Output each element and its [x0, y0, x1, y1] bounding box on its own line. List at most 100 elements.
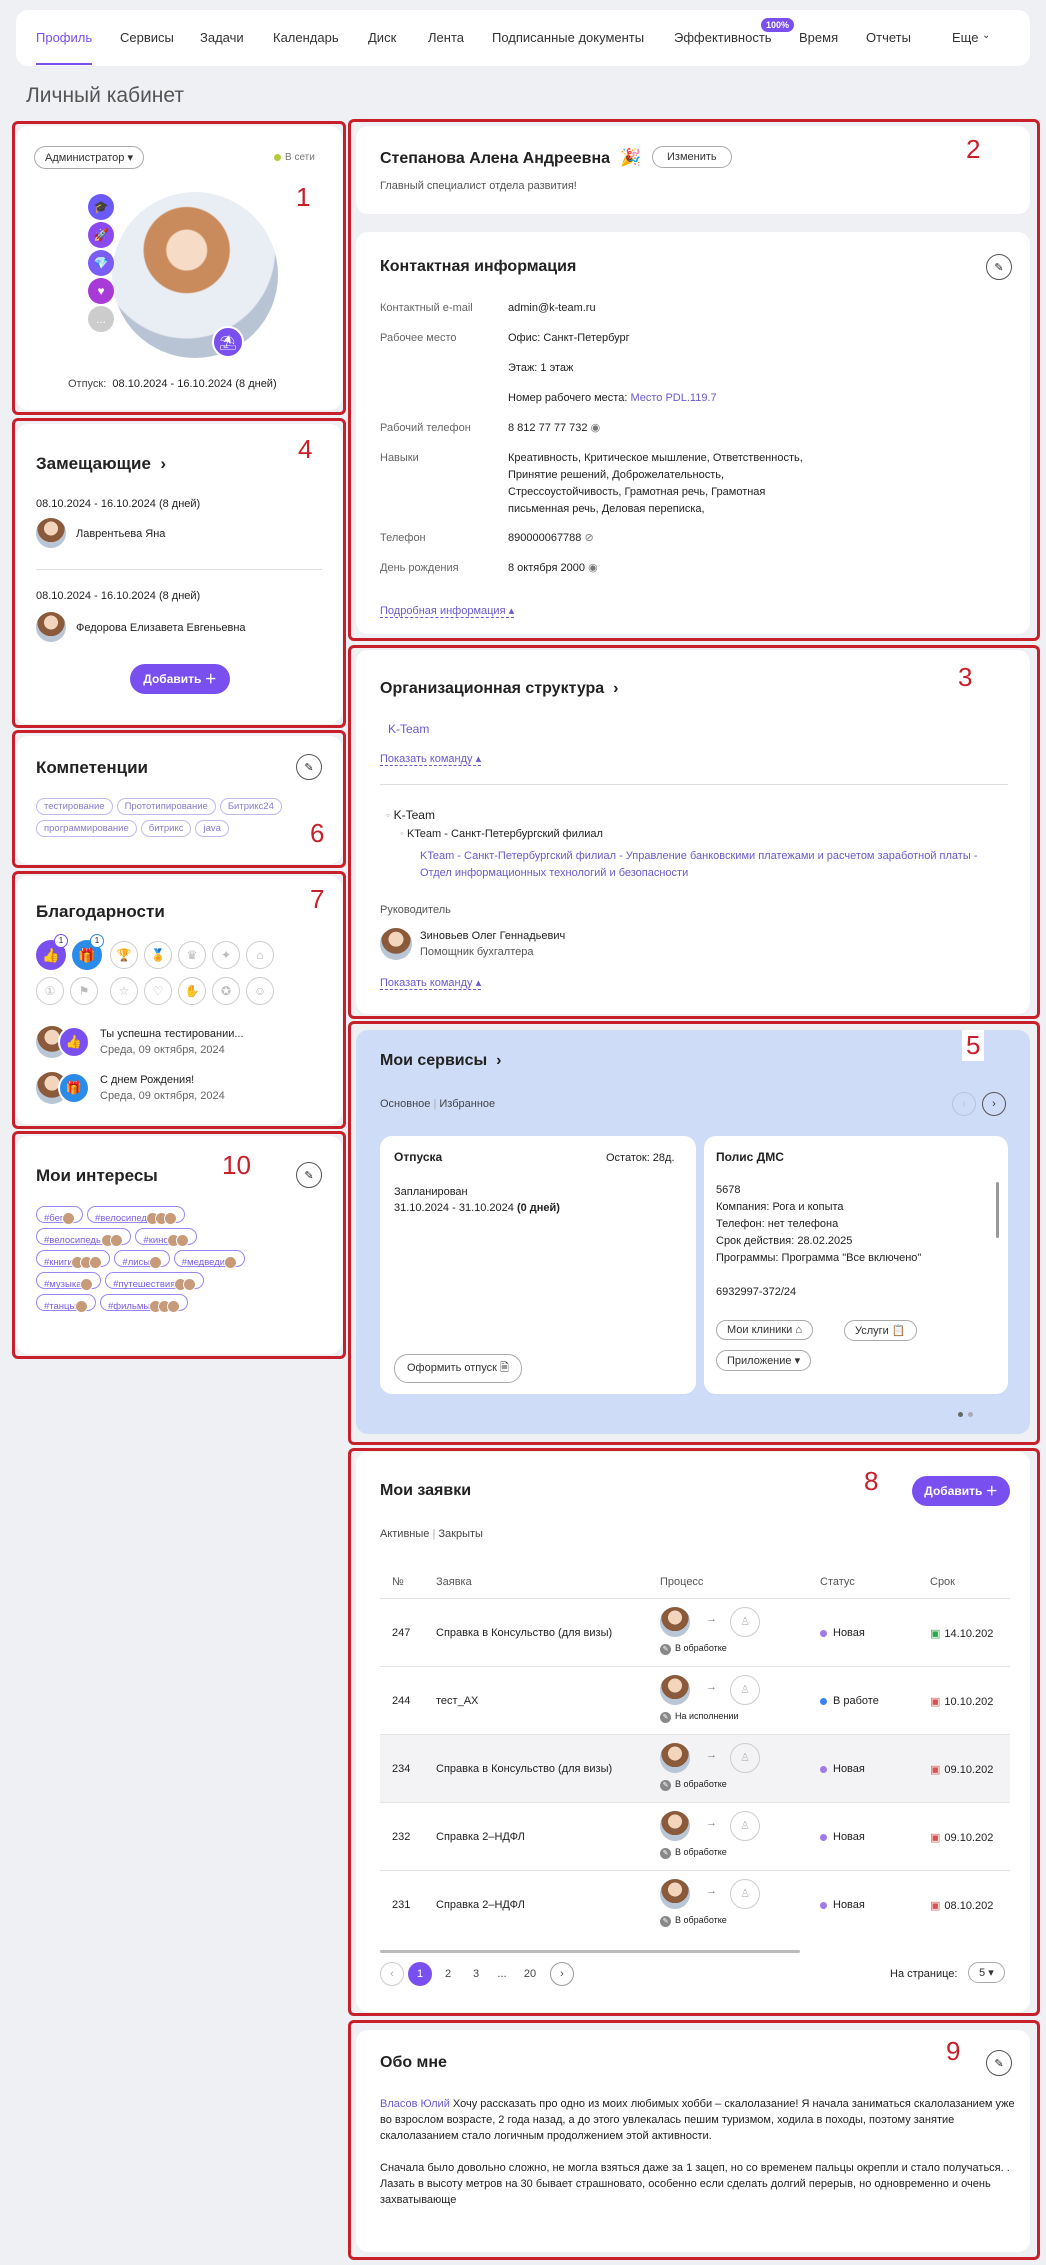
award-icon[interactable]: ✪	[212, 977, 240, 1005]
app-dropdown[interactable]: Приложение ▾	[716, 1350, 812, 1371]
table-row[interactable]: 234 Справка в Консульство (для визы) → ♙ ✎ В …	[380, 1734, 1010, 1802]
heart-outline-icon[interactable]: ♡	[144, 977, 172, 1005]
services-title[interactable]: Мои сервисы ›	[380, 1052, 501, 1070]
nav-efficiency[interactable]: Эффективность	[674, 30, 772, 45]
page-prev-icon[interactable]: ‹	[380, 1962, 404, 1986]
competency-tag[interactable]: тестирование	[36, 798, 113, 815]
request-name[interactable]: Справка 2–НДФЛ	[436, 1831, 525, 1843]
nav-calendar[interactable]: Календарь	[273, 30, 339, 45]
competency-tag[interactable]: java	[195, 820, 229, 837]
heart-icon[interactable]: ♥	[88, 278, 114, 304]
carousel-prev-icon[interactable]: ‹	[952, 1092, 976, 1116]
star-icon[interactable]: ☆	[110, 977, 138, 1005]
coin-icon[interactable]: ①	[36, 977, 64, 1005]
interest-tag[interactable]: #фильмы	[99, 1294, 188, 1313]
party-icon[interactable]: ✦	[212, 941, 240, 969]
request-name[interactable]: тест_АХ	[436, 1695, 478, 1707]
carousel-dot[interactable]	[958, 1412, 963, 1417]
head-name[interactable]: Зиновьев Олег Геннадьевич	[420, 930, 565, 942]
table-row[interactable]: 247 Справка в Консульство (для визы) → ♙ ✎ В …	[380, 1598, 1010, 1666]
page-2[interactable]: 2	[436, 1962, 460, 1986]
nav-profile[interactable]: Профиль	[36, 30, 93, 65]
tree-department[interactable]: KTeam - Санкт-Петербургский филиал - Упр…	[420, 848, 1010, 882]
nav-time[interactable]: Время	[799, 30, 838, 45]
thanks-text[interactable]: С днем Рождения!	[100, 1074, 194, 1086]
add-deputy-button[interactable]: Добавить ＋	[130, 664, 230, 694]
eye-icon[interactable]: ◉	[591, 422, 601, 434]
competency-tag[interactable]: Битрикс24	[219, 798, 282, 815]
chevron-down-icon[interactable]: ⌄	[982, 30, 990, 41]
carousel-next-icon[interactable]: ›	[982, 1092, 1006, 1116]
graduation-cap-icon[interactable]: 🎓	[88, 194, 114, 220]
nav-more[interactable]: Еще	[952, 30, 978, 45]
nav-tasks[interactable]: Задачи	[200, 30, 244, 45]
pencil-icon[interactable]: ✎	[296, 1162, 322, 1188]
trophy-icon[interactable]: 🏆	[110, 941, 138, 969]
page-20[interactable]: 20	[518, 1962, 542, 1986]
workplace-link[interactable]: Место PDL.119.7	[630, 392, 716, 404]
nav-disk[interactable]: Диск	[368, 30, 396, 45]
deputies-title[interactable]: Замещающие ›	[36, 454, 166, 474]
show-team-link[interactable]: Показать команду ▴	[380, 752, 482, 766]
cake-icon[interactable]: ⌂	[246, 941, 274, 969]
author-link[interactable]: Власов Юлий	[380, 2098, 450, 2110]
services-button[interactable]: Услуги 📋	[844, 1320, 917, 1341]
hand-icon[interactable]: ✋	[178, 977, 206, 1005]
pencil-icon[interactable]: ✎	[986, 2050, 1012, 2076]
team-link[interactable]: K-Team	[388, 722, 429, 736]
nav-signed-docs[interactable]: Подписанные документы	[492, 30, 644, 45]
deputy-name[interactable]: Федорова Елизавета Евгеньевна	[76, 622, 246, 634]
competency-tag[interactable]: Прототипирование	[116, 798, 216, 815]
table-row[interactable]: 244 тест_АХ → ♙ ✎ На исполнении В работе ▣ 10.10…	[380, 1666, 1010, 1734]
eye-off-icon[interactable]: ⊘	[584, 532, 593, 544]
interest-tag[interactable]: #бег	[36, 1206, 84, 1225]
interest-tag[interactable]: #танцы	[36, 1294, 96, 1313]
horizontal-scrollbar[interactable]	[380, 1950, 800, 1953]
interest-tag[interactable]: #книги	[36, 1250, 111, 1269]
more-badges-icon[interactable]: ...	[88, 306, 114, 332]
tab-active[interactable]: Активные	[380, 1528, 429, 1540]
page-next-icon[interactable]: ›	[550, 1962, 574, 1986]
pencil-icon[interactable]: ✎	[296, 754, 322, 780]
role-select[interactable]: Администратор ▾	[34, 146, 144, 169]
rocket-icon[interactable]: 🚀	[88, 222, 114, 248]
interest-tag[interactable]: #музыка	[36, 1272, 102, 1291]
edit-profile-button[interactable]: Изменить	[652, 146, 732, 168]
interest-tag[interactable]: #путешествия	[105, 1272, 205, 1291]
page-1[interactable]: 1	[408, 1962, 432, 1986]
interest-tag[interactable]: #кино	[135, 1228, 198, 1247]
table-row[interactable]: 231 Справка 2–НДФЛ → ♙ ✎ В обработке Новая ▣ 08.…	[380, 1870, 1010, 1938]
diamond-icon[interactable]: 💎	[88, 250, 114, 276]
page-3[interactable]: 3	[464, 1962, 488, 1986]
competency-tag[interactable]: битрикс	[140, 820, 192, 837]
my-clinics-button[interactable]: Мои клиники ⌂	[716, 1320, 813, 1340]
pencil-icon[interactable]: ✎	[986, 254, 1012, 280]
scrollbar[interactable]	[996, 1182, 999, 1238]
eye-icon[interactable]: ◉	[588, 562, 598, 574]
request-vacation-button[interactable]: Оформить отпуск 🗎	[394, 1354, 522, 1383]
interest-tag[interactable]: #велосипеды	[36, 1228, 132, 1247]
tab-favorites[interactable]: Избранное	[439, 1098, 495, 1110]
nav-reports[interactable]: Отчеты	[866, 30, 911, 45]
thanks-text[interactable]: Ты успешна тестировании...	[100, 1028, 244, 1040]
request-name[interactable]: Справка 2–НДФЛ	[436, 1899, 525, 1911]
crown-icon[interactable]: ♛	[178, 941, 206, 969]
nav-feed[interactable]: Лента	[428, 30, 464, 45]
deputy-name[interactable]: Лаврентьева Яна	[76, 528, 165, 540]
competency-tag[interactable]: программирование	[36, 820, 137, 837]
request-name[interactable]: Справка в Консульство (для визы)	[436, 1763, 612, 1775]
medal-icon[interactable]: 🏅	[144, 941, 172, 969]
interest-tag[interactable]: #велосипед	[87, 1206, 185, 1225]
tab-main[interactable]: Основное	[380, 1098, 430, 1110]
show-team-link[interactable]: Показать команду ▴	[380, 976, 482, 990]
carousel-dot[interactable]	[968, 1412, 973, 1417]
add-request-button[interactable]: Добавить ＋	[912, 1476, 1010, 1506]
org-title[interactable]: Организационная структура ›	[380, 680, 618, 698]
per-page-select[interactable]: 5 ▾	[968, 1962, 1005, 1983]
request-name[interactable]: Справка в Консульство (для визы)	[436, 1627, 612, 1639]
smile-icon[interactable]: ☺	[246, 977, 274, 1005]
interest-tag[interactable]: #медведи	[173, 1250, 245, 1269]
email-link[interactable]: admin@k-team.ru	[508, 300, 596, 317]
more-info-link[interactable]: Подробная информация ▴	[380, 604, 515, 618]
tab-closed[interactable]: Закрыты	[438, 1528, 483, 1540]
